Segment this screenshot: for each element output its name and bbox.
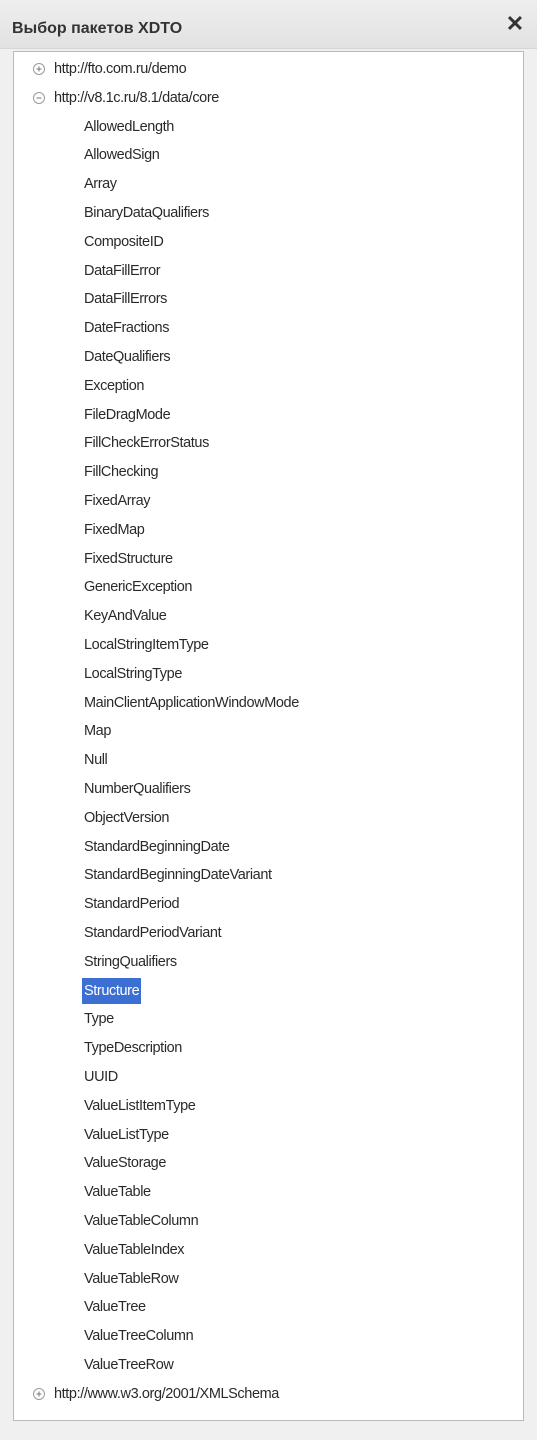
- type-label: ValueTableColumn: [84, 1213, 199, 1229]
- type-label: ValueTreeRow: [84, 1357, 174, 1373]
- type-label: StandardBeginningDateVariant: [84, 867, 272, 884]
- type-label: FixedStructure: [84, 550, 173, 567]
- type-label: DataFillError: [84, 262, 161, 279]
- type-label: ValueTable: [84, 1184, 151, 1201]
- package-label: http://www.w3.org/2001/XMLSchema: [54, 1385, 279, 1402]
- type-label: LocalStringItemType: [84, 637, 209, 653]
- selected-type-label: Structure: [82, 977, 142, 1004]
- type-label: ValueListType: [84, 1126, 169, 1143]
- type-label: ValueTableIndex: [84, 1241, 185, 1258]
- type-label: Null: [84, 752, 108, 769]
- type-label: AllowedLength: [84, 118, 174, 135]
- type-label: StandardPeriod: [84, 896, 180, 913]
- type-label: ValueListItemType: [84, 1097, 196, 1114]
- type-label: ValueTableRow: [84, 1270, 179, 1287]
- type-label: CompositeID: [84, 233, 164, 250]
- type-label: MainClientApplicationWindowMode: [84, 694, 299, 711]
- type-label: Map: [84, 723, 112, 740]
- expand-plus-icon[interactable]: [33, 63, 45, 75]
- type-label: LocalStringType: [84, 665, 182, 682]
- type-label: FixedMap: [84, 521, 145, 538]
- type-label: StringQualifiers: [84, 953, 177, 970]
- type-label: TypeDescription: [84, 1040, 182, 1057]
- type-label: Type: [84, 1011, 114, 1028]
- type-label: BinaryDataQualifiers: [84, 205, 209, 221]
- type-label: Array: [84, 176, 117, 193]
- collapse-minus-icon[interactable]: [33, 91, 45, 104]
- type-label: DateQualifiers: [84, 349, 171, 365]
- package-label: http://v8.1c.ru/8.1/data/core: [54, 89, 219, 106]
- type-label: StandardPeriodVariant: [84, 925, 222, 941]
- xdto-package-dialog: Выбор пакетов XDTO ✕ http://fto.com.ru/d…: [0, 0, 537, 1440]
- type-label: AllowedSign: [84, 147, 160, 164]
- type-label: ValueTree: [84, 1299, 146, 1316]
- type-label: UUID: [84, 1069, 118, 1085]
- type-label: StandardBeginningDate: [84, 838, 230, 855]
- type-label: KeyAndValue: [84, 608, 167, 625]
- type-label: FillCheckErrorStatus: [84, 435, 209, 452]
- type-label: ValueStorage: [84, 1155, 166, 1172]
- dialog-title: Выбор пакетов XDTO: [12, 20, 183, 37]
- package-tree[interactable]: http://fto.com.ru/demo http://v8.1c.ru/8.…: [13, 51, 524, 1421]
- type-label: GenericException: [84, 579, 193, 596]
- type-label: DateFractions: [84, 320, 170, 337]
- title-bar: Выбор пакетов XDTO ✕: [0, 0, 537, 49]
- package-label: http://fto.com.ru/demo: [54, 61, 187, 77]
- type-label: FixedArray: [84, 493, 151, 509]
- close-icon[interactable]: ✕: [503, 12, 527, 36]
- type-label: DataFillErrors: [84, 291, 168, 308]
- type-label: ObjectVersion: [84, 809, 170, 826]
- type-label: FillChecking: [84, 464, 159, 481]
- type-label: FileDragMode: [84, 406, 171, 423]
- type-label: NumberQualifiers: [84, 781, 191, 797]
- type-label: ValueTreeColumn: [84, 1328, 194, 1345]
- type-label: Exception: [84, 377, 145, 394]
- expand-plus-icon[interactable]: [33, 1387, 45, 1400]
